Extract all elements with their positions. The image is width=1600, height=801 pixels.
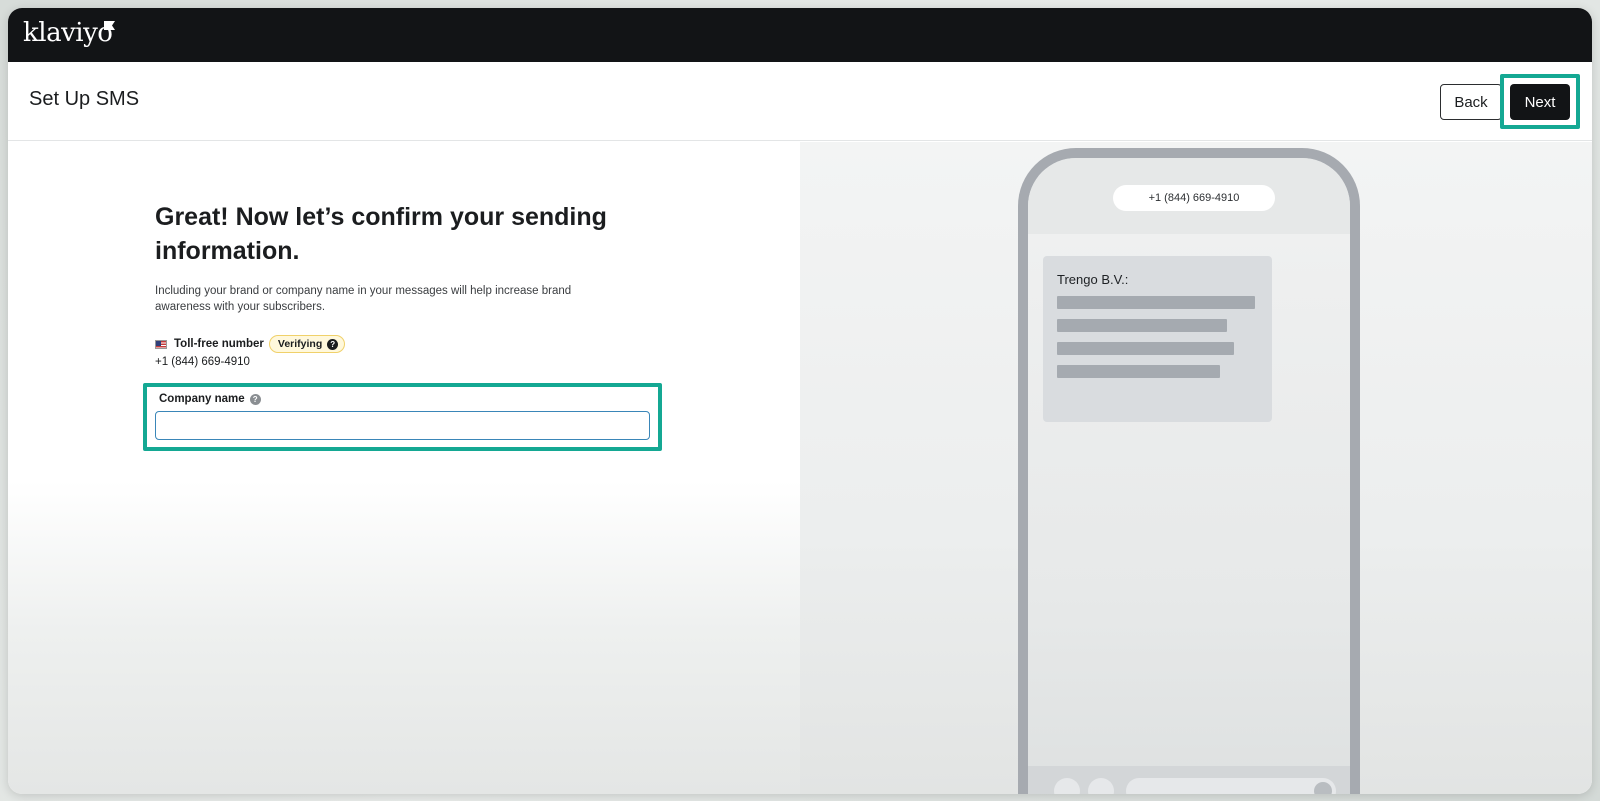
message-placeholder-line: [1057, 342, 1234, 355]
phone-number-pill: +1 (844) 669-4910: [1113, 185, 1275, 211]
company-name-input[interactable]: [155, 411, 650, 440]
flag-logo-icon: [104, 21, 115, 30]
phone-compose-bar: [1028, 766, 1350, 794]
preview-pane: +1 (844) 669-4910 Trengo B.V.:: [800, 142, 1592, 794]
toll-free-row: Toll-free number Verifying ?: [155, 334, 346, 354]
company-help-icon[interactable]: ?: [249, 393, 261, 405]
top-bar: klaviyo: [8, 8, 1592, 62]
apps-icon: [1088, 778, 1114, 794]
verifying-badge: Verifying ?: [268, 335, 346, 353]
next-button[interactable]: Next: [1510, 84, 1570, 120]
camera-icon: [1054, 778, 1080, 794]
app-window: klaviyo Set Up SMS Back Next Great! Now …: [8, 8, 1592, 794]
message-placeholder-line: [1057, 319, 1227, 332]
phone-mockup: +1 (844) 669-4910 Trengo B.V.:: [1018, 148, 1360, 794]
phone-header: +1 (844) 669-4910: [1028, 158, 1350, 234]
microphone-icon: [1314, 782, 1332, 794]
phone-message-area: Trengo B.V.:: [1028, 234, 1350, 794]
verifying-badge-text: Verifying: [277, 338, 323, 350]
message-placeholder-line: [1057, 365, 1220, 378]
company-name-label-text: Company name: [159, 393, 245, 405]
message-placeholder-line: [1057, 296, 1255, 309]
toll-free-number: +1 (844) 669-4910: [155, 356, 250, 368]
form-description: Including your brand or company name in …: [155, 285, 572, 313]
company-name-highlight-frame: Company name ?: [143, 383, 662, 451]
help-icon[interactable]: ?: [327, 338, 339, 350]
compose-input: [1126, 778, 1336, 794]
page-header: Set Up SMS Back Next: [8, 62, 1592, 141]
form-heading: Great! Now let’s confirm your sending in…: [155, 203, 607, 265]
back-button[interactable]: Back: [1440, 84, 1502, 120]
page-title: Set Up SMS: [29, 88, 140, 110]
message-bubble: Trengo B.V.:: [1043, 256, 1272, 422]
message-sender: Trengo B.V.:: [1057, 272, 1129, 287]
company-name-label: Company name ?: [159, 393, 261, 405]
form-pane: Great! Now let’s confirm your sending in…: [8, 142, 800, 794]
us-flag-icon: [155, 339, 167, 349]
klaviyo-logo[interactable]: klaviyo: [23, 18, 113, 48]
toll-free-label: Toll-free number: [174, 338, 264, 350]
